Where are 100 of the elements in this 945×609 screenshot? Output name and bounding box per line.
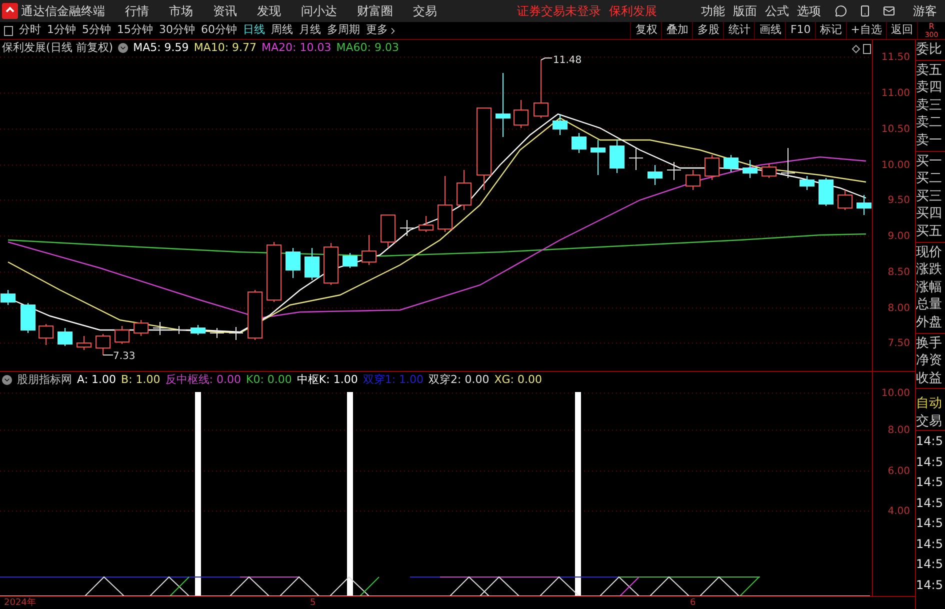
trade-time: 14:5 <box>916 576 944 594</box>
candlestick <box>324 242 338 286</box>
menu-item[interactable]: 问小达 <box>301 2 337 20</box>
mail-icon[interactable] <box>883 5 895 17</box>
menu-item[interactable]: 财富圈 <box>357 2 393 20</box>
period-tab[interactable]: 分时 <box>19 22 41 39</box>
candlestick <box>96 334 110 356</box>
indicator-tick: 6.00 <box>888 465 910 479</box>
indicator-legend-item: 股朋指标网 <box>17 372 72 388</box>
date-label: 2024年 <box>4 597 36 609</box>
quote-label: 总量 <box>916 296 943 314</box>
stock-link[interactable]: 保利发展 <box>609 2 657 20</box>
period-tab[interactable]: 60分钟 <box>201 22 237 39</box>
candlestick <box>780 148 796 178</box>
chat-icon[interactable] <box>835 5 847 17</box>
candlestick <box>286 248 300 278</box>
indicator-legend-item: 双穿1: 1.00 <box>362 372 424 388</box>
quote-label: 卖三 <box>916 96 943 114</box>
candlestick <box>762 164 776 178</box>
period-tab[interactable]: 周线 <box>271 22 293 39</box>
price-tick: 8.00 <box>888 302 910 316</box>
date-label: 5 <box>310 597 316 609</box>
candlestick <box>38 324 54 346</box>
period-tab[interactable]: 1分钟 <box>47 22 76 39</box>
candlestick <box>0 290 16 306</box>
quote-label: 换手 <box>916 334 943 352</box>
quote-label: 卖二 <box>916 114 943 132</box>
indicator-legend-item: 双穿2: 0.00 <box>428 372 490 388</box>
low-price-label: 7.33 <box>113 350 136 364</box>
panel-toggle-icon[interactable] <box>4 26 13 36</box>
toolbar-button[interactable]: 标记 <box>814 22 846 39</box>
candlestick <box>58 328 72 346</box>
user-label[interactable]: 游客 <box>913 2 937 20</box>
quote-label: 买五 <box>916 222 943 241</box>
candlestick <box>838 190 852 210</box>
date-label: 6 <box>690 597 696 609</box>
menu-item[interactable]: 公式 <box>765 2 789 20</box>
collapse-icon[interactable] <box>2 375 12 385</box>
candlestick <box>228 326 244 340</box>
period-tab[interactable]: 日线 <box>243 22 265 39</box>
price-tick: 9.00 <box>888 230 910 244</box>
toolbar-button[interactable]: 返回 <box>886 22 917 39</box>
ma-legend-item: MA5: 9.59 <box>133 40 189 56</box>
menu-item[interactable]: 选项 <box>797 2 821 20</box>
period-tab[interactable]: 15分钟 <box>117 22 153 39</box>
indicator-legend-item: XG: 0.00 <box>494 372 542 388</box>
quote-label: 涨幅 <box>916 278 943 296</box>
toolbar-button[interactable]: 复权 <box>630 22 662 39</box>
candlestick <box>704 154 720 180</box>
candlestick <box>342 252 358 268</box>
trade-time: 14:5 <box>916 556 944 574</box>
indicator-legend-item: A: 1.00 <box>77 372 116 388</box>
trade-time: 14:5 <box>916 536 944 553</box>
menu-item[interactable]: 资讯 <box>213 2 237 20</box>
menu-item[interactable]: 交易 <box>413 2 437 20</box>
toolbar-button[interactable]: +自选 <box>846 22 886 39</box>
toolbar-button[interactable]: 统计 <box>723 22 754 39</box>
period-tab[interactable]: 30分钟 <box>159 22 195 39</box>
quote-label: 买一 <box>916 152 943 170</box>
panel-icon[interactable] <box>863 44 871 54</box>
toolbar-button[interactable]: 多股 <box>692 22 724 39</box>
candlestick <box>438 176 452 232</box>
phone-icon[interactable] <box>859 5 871 17</box>
candlestick <box>400 220 414 236</box>
trade-time: 14:5 <box>916 474 944 492</box>
more-button[interactable]: 更多 <box>366 22 398 39</box>
candlestick <box>190 324 206 336</box>
candlestick <box>724 154 738 172</box>
period-tab[interactable]: 5分钟 <box>82 22 111 39</box>
candlestick <box>20 302 36 334</box>
menu-item[interactable]: 功能 <box>701 2 725 20</box>
menu-item[interactable]: 行情 <box>125 2 149 20</box>
toolbar-button[interactable]: 画线 <box>754 22 786 39</box>
candlestick <box>248 290 262 340</box>
quote-label: 收益 <box>916 370 943 388</box>
price-tick: 11.00 <box>881 87 910 101</box>
indicator-legend-item: B: 1.00 <box>121 372 160 388</box>
indicator-legend-item: K0: 0.00 <box>246 372 292 388</box>
toolbar-button[interactable]: 叠加 <box>661 22 692 39</box>
ma-legend-item: MA60: 9.03 <box>336 40 399 56</box>
candlestick <box>152 322 168 336</box>
candlestick <box>742 160 758 178</box>
settings-icon[interactable] <box>118 43 128 53</box>
mode-label[interactable]: 自动 <box>916 395 945 413</box>
quote-label: 涨跌 <box>916 261 943 279</box>
menu-item[interactable]: 市场 <box>169 2 193 20</box>
quote-label: 现价 <box>916 244 943 262</box>
menu-item[interactable]: 版面 <box>733 2 757 20</box>
period-tab[interactable]: 多周期 <box>327 22 360 39</box>
candlestick <box>572 132 586 154</box>
trade-time: 14:5 <box>916 494 944 512</box>
toolbar-button[interactable]: F10 <box>785 22 815 39</box>
indicator-tick: 4.00 <box>888 505 910 519</box>
price-tick: 10.50 <box>881 123 910 137</box>
login-notice[interactable]: 证券交易未登录 <box>517 2 601 20</box>
menu-item[interactable]: 发现 <box>257 2 281 20</box>
chart-title: 保利发展(日线 前复权) <box>2 40 114 56</box>
quote-label: 外盘 <box>916 314 943 332</box>
trade-label: 交易 <box>916 412 945 432</box>
period-tab[interactable]: 月线 <box>299 22 321 39</box>
